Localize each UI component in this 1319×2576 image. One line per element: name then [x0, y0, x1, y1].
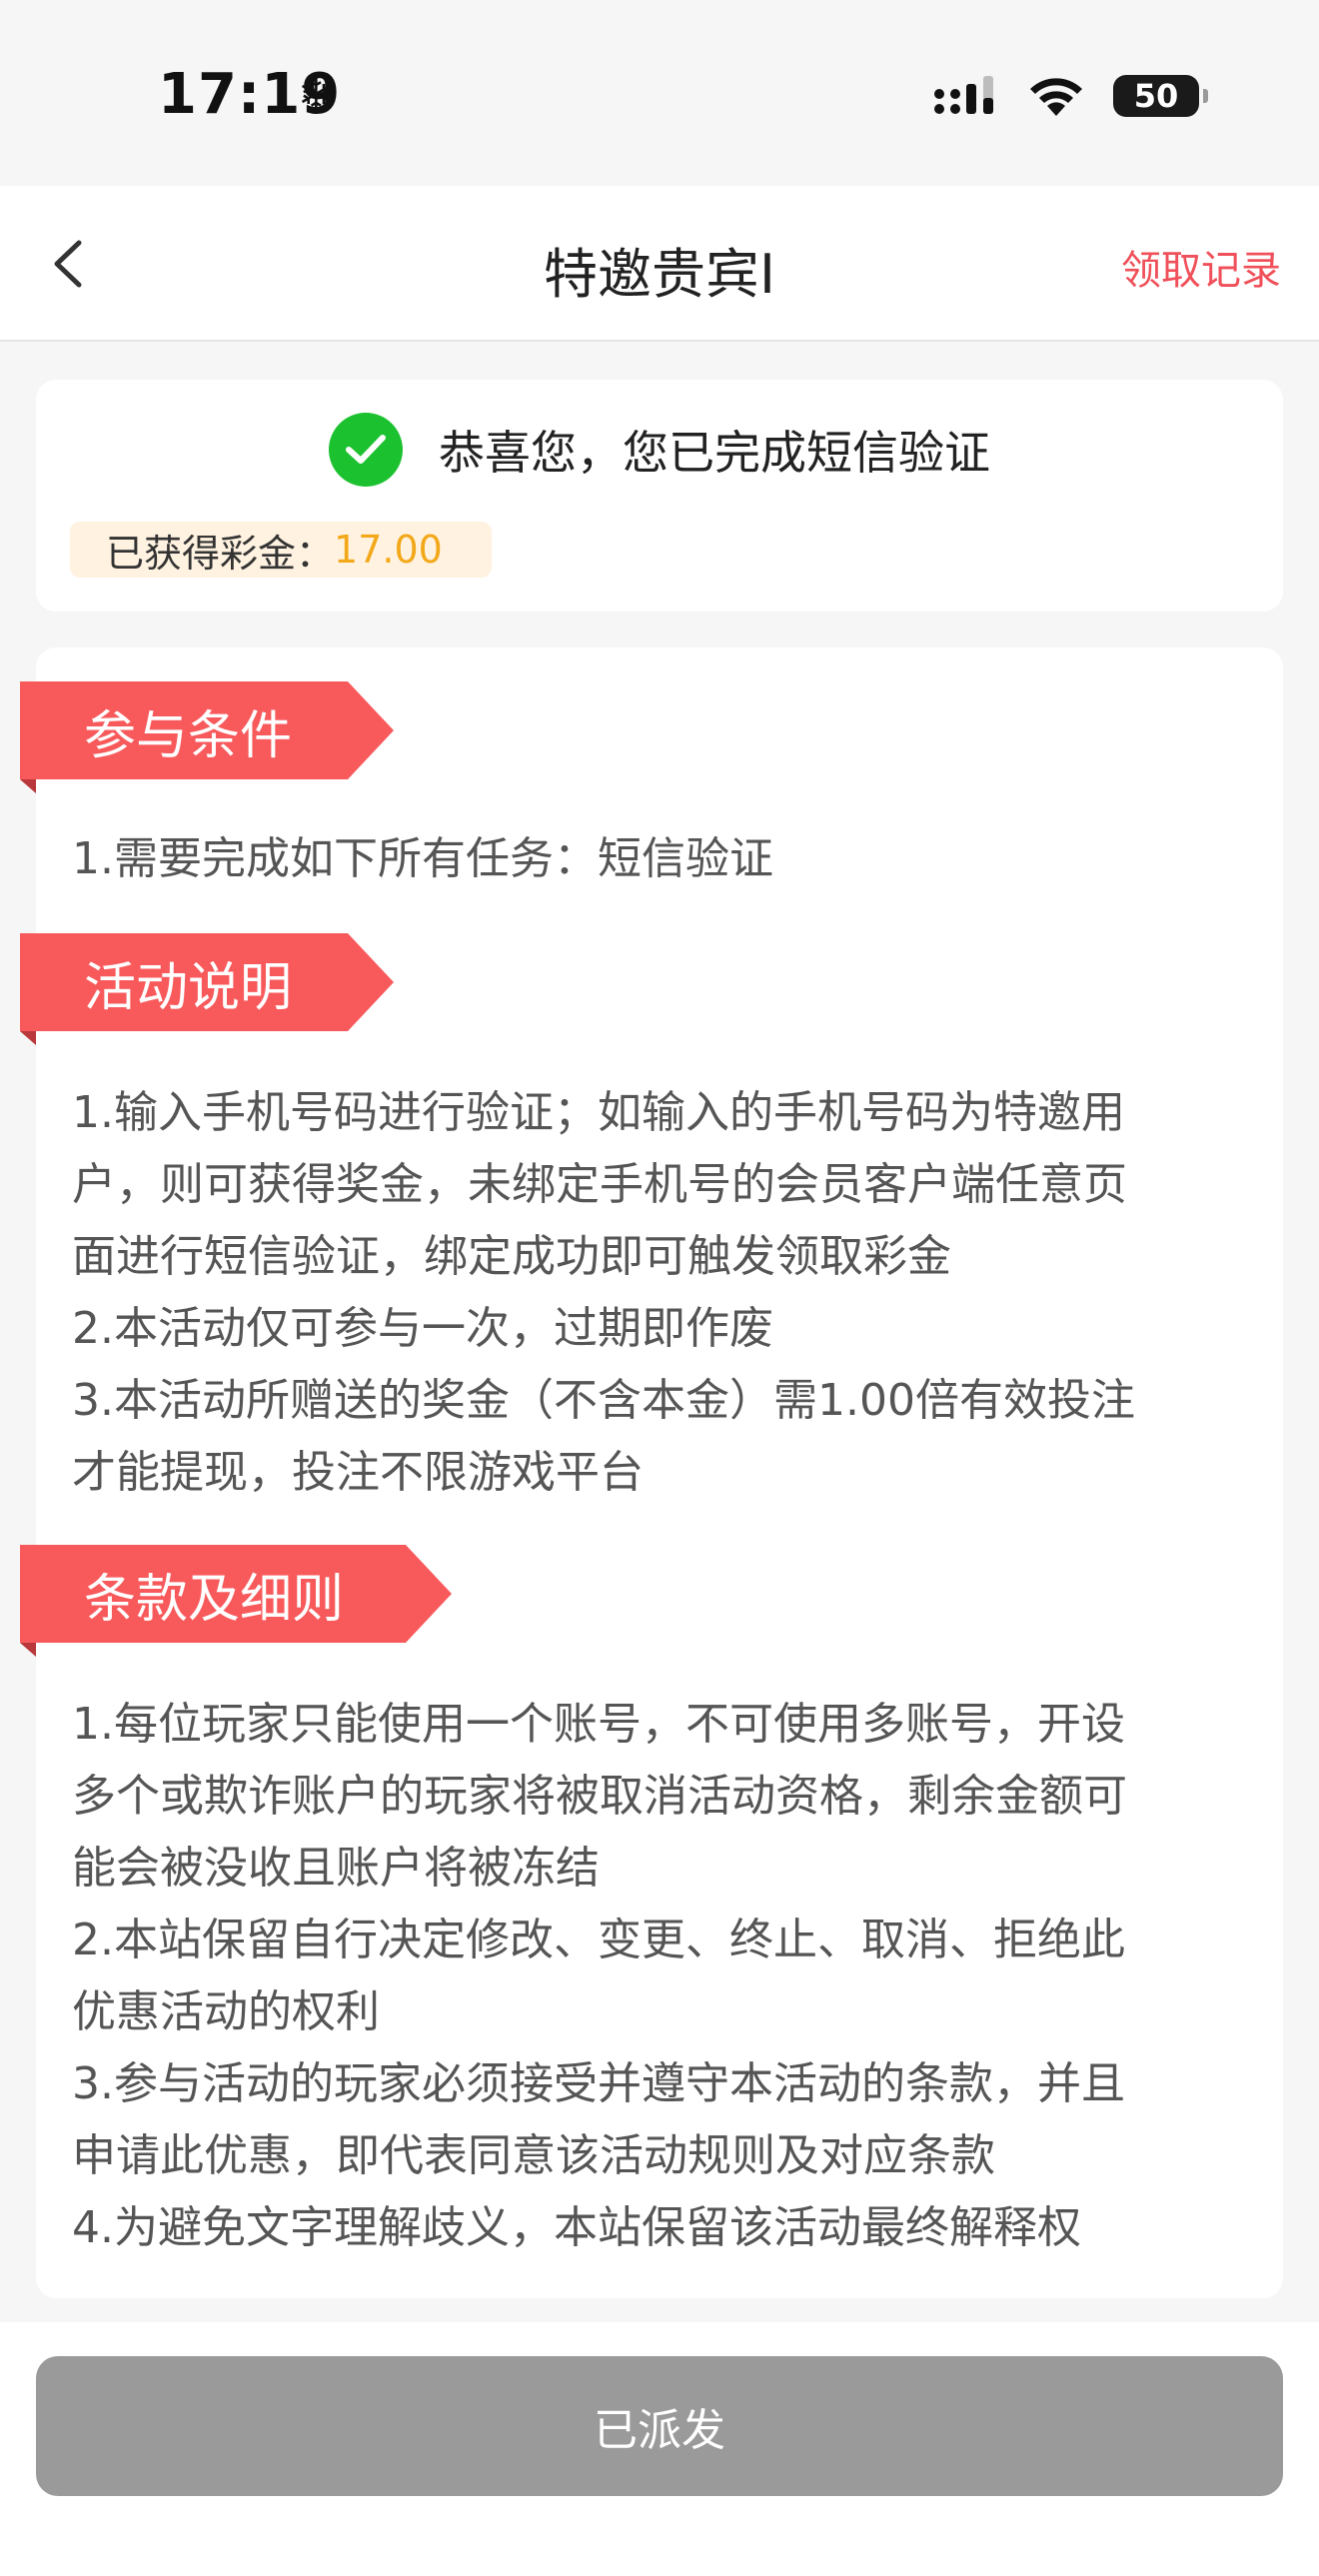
rule-line: 户，则可获得奖金，未绑定手机号的会员客户端任意页 — [72, 1159, 1127, 1210]
bottom-action-bar: 已派发 — [0, 2322, 1319, 2576]
ribbon-fold — [20, 1643, 36, 1657]
snowflake-icon: ❄ — [298, 70, 335, 121]
rule-line: 3.参与活动的玩家必须接受并遵守本活动的条款，并且 — [72, 2058, 1125, 2109]
rule-line: 1.每位玩家只能使用一个账号，不可使用多账号，开设 — [72, 1699, 1125, 1750]
claim-record-link[interactable]: 领取记录 — [1121, 238, 1281, 296]
rule-line: 面进行短信验证，绑定成功即可触发领取彩金 — [72, 1231, 951, 1282]
section-title: 条款及细则 — [84, 1569, 345, 1630]
rule-line: 2.本活动仅可参与一次，过期即作废 — [72, 1303, 773, 1354]
bonus-value: 17.00 — [334, 528, 443, 572]
rules-card: 参与条件 1.需要完成如下所有任务：短信验证 活动说明 1.输入手机号码进行验证… — [20, 647, 1283, 2298]
ribbon-fold — [20, 779, 36, 793]
rule-line: 1.需要完成如下所有任务：短信验证 — [72, 833, 773, 884]
rule-line: 多个或欺诈账户的玩家将被取消活动资格，剩余金额可 — [72, 1771, 1127, 1822]
ribbon-fold — [20, 1031, 36, 1045]
verification-card: 恭喜您，您已完成短信验证 已获得彩金： 17.00 — [36, 380, 1283, 612]
rule-line: 才能提现，投注不限游戏平台 — [72, 1447, 644, 1498]
battery-level: 50 — [1133, 77, 1179, 115]
rule-line: 4.为避免文字理解歧义，本站保留该活动最终解释权 — [72, 2202, 1081, 2253]
rule-line: 能会被没收且账户将被冻结 — [72, 1843, 600, 1894]
status-indicators: 50 — [933, 68, 1208, 124]
terms-text: 1.每位玩家只能使用一个账号，不可使用多账号，开设 多个或欺诈账户的玩家将被取消… — [72, 1689, 1261, 2264]
nav-bar: 特邀贵宾I 领取记录 — [0, 186, 1319, 342]
bonus-label: 已获得彩金： — [106, 531, 335, 576]
rule-line: 3.本活动所赠送的奖金（不含本金）需1.00倍有效投注 — [72, 1375, 1135, 1426]
section-header-conditions: 参与条件 — [20, 681, 394, 779]
rule-line: 申请此优惠，即代表同意该活动规则及对应条款 — [72, 2130, 995, 2181]
dispatched-button[interactable]: 已派发 — [36, 2356, 1283, 2496]
cellular-signal-icon — [934, 76, 993, 114]
rule-line: 优惠活动的权利 — [72, 1986, 380, 2037]
bonus-badge: 已获得彩金： 17.00 — [70, 522, 492, 578]
section-header-terms: 条款及细则 — [20, 1545, 452, 1643]
wifi-icon — [1030, 78, 1082, 116]
verification-message: 恭喜您，您已完成短信验证 — [439, 426, 990, 480]
battery-icon: 50 — [1113, 75, 1208, 117]
section-title: 参与条件 — [84, 705, 293, 766]
description-text: 1.输入手机号码进行验证；如输入的手机号码为特邀用 户，则可获得奖金，未绑定手机… — [72, 1077, 1261, 1509]
verification-status: 恭喜您，您已完成短信验证 — [36, 410, 1283, 490]
conditions-text: 1.需要完成如下所有任务：短信验证 — [72, 823, 1261, 895]
rule-line: 1.输入手机号码进行验证；如输入的手机号码为特邀用 — [72, 1087, 1125, 1138]
section-header-description: 活动说明 — [20, 933, 394, 1031]
rule-line: 2.本站保留自行决定修改、变更、终止、取消、拒绝此 — [72, 1915, 1125, 1965]
section-title: 活动说明 — [84, 957, 293, 1018]
check-circle-icon — [329, 413, 403, 487]
status-bar: 17:19 ❄ 50 — [0, 0, 1319, 186]
